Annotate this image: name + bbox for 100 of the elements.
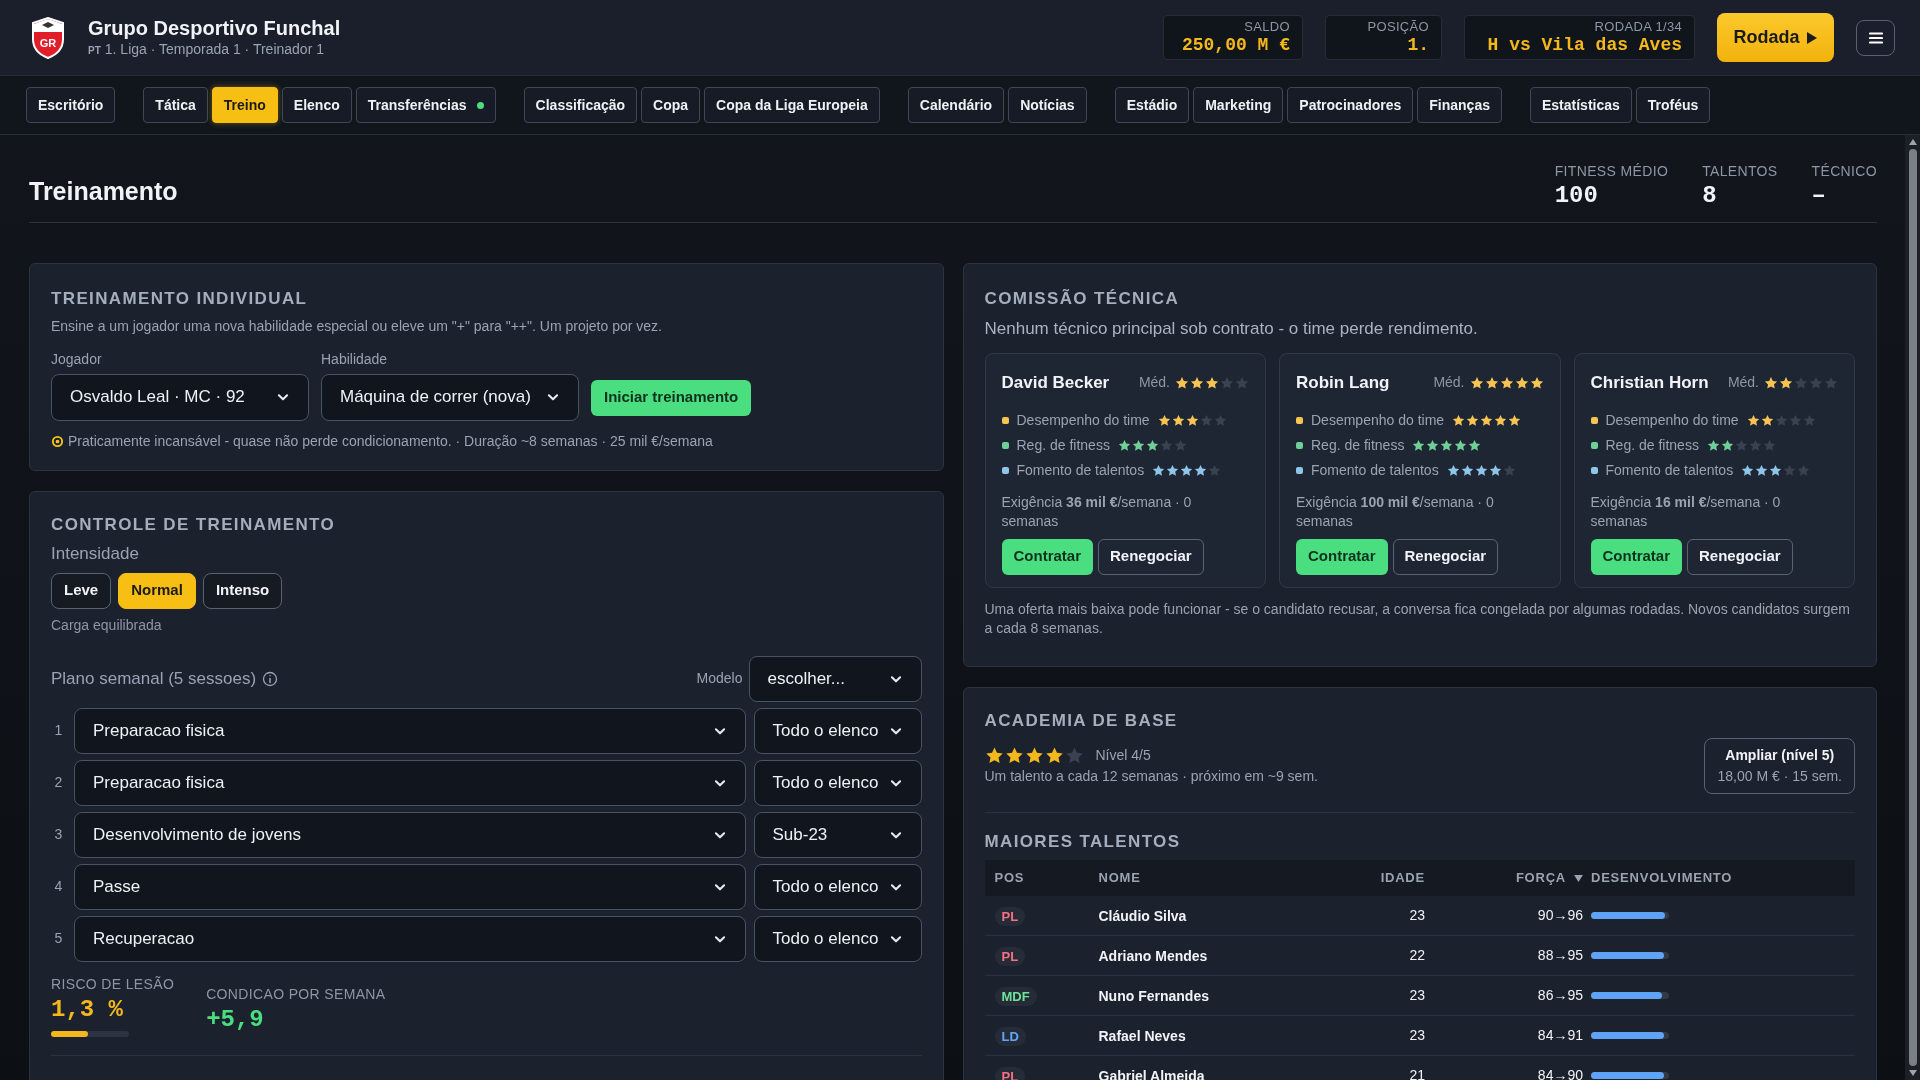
info-icon[interactable]	[262, 670, 279, 687]
intensity-option[interactable]: Normal	[118, 572, 196, 609]
nav-tab[interactable]: Copa da Liga Europeia	[704, 87, 880, 123]
nav-tab[interactable]: Tática	[143, 87, 208, 123]
renegotiate-button[interactable]: Renegociar	[1687, 538, 1793, 575]
template-dropdown[interactable]: escolher...	[748, 655, 922, 702]
plan-label: Plano semanal (5 sessoes)	[51, 667, 257, 690]
nav-tab[interactable]: Estádio	[1114, 87, 1190, 123]
intensity-note: Carga equilibrada	[51, 615, 163, 635]
drill-dropdown[interactable]: Recuperacao	[74, 915, 746, 962]
star-icon	[1764, 375, 1778, 390]
attribute-label: Fomento de talentos	[1016, 460, 1145, 480]
start-training-button[interactable]: Iniciar treinamento	[591, 379, 752, 416]
age-cell-text: 22	[1409, 946, 1425, 965]
nav-tab[interactable]: Marketing	[1193, 87, 1284, 123]
star-icon	[1779, 375, 1793, 390]
column-header[interactable]: IDADE	[1380, 868, 1425, 888]
star-icon	[1769, 463, 1783, 477]
group-dropdown[interactable]: Todo o elenco	[753, 707, 922, 754]
metric-label: CONDICAO POR SEMANA	[206, 984, 386, 1004]
star-icon	[1794, 375, 1808, 390]
column-header[interactable]: FORÇA	[1515, 868, 1583, 888]
drill-dropdown[interactable]: Passe	[74, 863, 746, 910]
nav-tab[interactable]: Finanças	[1417, 87, 1502, 123]
group-dropdown[interactable]: Sub-23	[753, 811, 922, 858]
strength-cell-text: 88→95	[1537, 946, 1583, 965]
club-name: Grupo Desportivo Funchal	[88, 15, 341, 40]
drill-dropdown[interactable]: Preparacao fisica	[74, 707, 746, 754]
stat-value: H vs Vila das Aves	[1487, 34, 1682, 56]
strength-cell-text: 86→95	[1537, 986, 1583, 1005]
metric-value: 1,3 %	[51, 994, 124, 1025]
player-name: Gabriel Almeida	[1098, 1067, 1205, 1080]
stat-label: SALDO	[1244, 19, 1290, 34]
star-icon	[1440, 438, 1454, 452]
drill-dropdown[interactable]: Desenvolvimento de jovens	[74, 811, 746, 858]
hire-button[interactable]: Contratar	[1001, 538, 1093, 575]
group-dropdown[interactable]: Todo o elenco	[753, 759, 922, 806]
stat-value: 250,00 M €	[1181, 34, 1290, 56]
dropdown[interactable]: Osvaldo Leal · MC · 92	[51, 373, 309, 421]
rating-label: Méd.	[1138, 373, 1170, 393]
nav-tab[interactable]: Treino	[211, 87, 278, 123]
academy-info: Um talento a cada 12 semanas · próximo em ~9 sem.	[984, 767, 1318, 786]
nav-tab[interactable]: Patrocinadores	[1287, 87, 1414, 123]
coach-name: David Becker	[1001, 372, 1110, 394]
star-icon	[1755, 463, 1769, 477]
renegotiate-button[interactable]: Renegociar	[1392, 538, 1499, 575]
intensity-option[interactable]: Leve	[51, 572, 112, 609]
player-name: Cláudio Silva	[1098, 907, 1187, 924]
star-icon	[1474, 463, 1488, 477]
stat-label: TÉCNICO	[1811, 162, 1877, 181]
dropdown[interactable]: Máquina de correr (nova)	[321, 373, 579, 421]
stat-label: RODADA 1/34	[1594, 19, 1682, 34]
nav-tab[interactable]: Transferências	[355, 87, 496, 123]
star-icon	[1152, 463, 1166, 477]
nav-tab[interactable]: Estatísticas	[1529, 87, 1632, 123]
scrollbar-thumb[interactable]	[1908, 149, 1917, 1066]
nav-tab[interactable]: Notícias	[1008, 87, 1087, 123]
renegotiate-button[interactable]: Renegociar	[1098, 538, 1204, 575]
star-icon	[1734, 438, 1748, 452]
coach-name: Robin Lang	[1296, 372, 1390, 394]
group-dropdown[interactable]: Todo o elenco	[753, 915, 922, 962]
nav-tab[interactable]: Troféus	[1635, 87, 1711, 123]
session-number: 5	[53, 929, 64, 948]
menu-button[interactable]	[1856, 19, 1895, 56]
position-badge: LD	[994, 1026, 1026, 1046]
nav-tab[interactable]: Calendário	[907, 87, 1005, 123]
star-icon	[1508, 413, 1522, 427]
nav-tab[interactable]: Escritório	[26, 87, 116, 123]
star-icon	[1131, 438, 1145, 452]
nav-tab[interactable]: Elenco	[281, 87, 352, 123]
nav-tab[interactable]: Copa	[641, 87, 701, 123]
column-header[interactable]: NOME	[1098, 868, 1141, 888]
star-icon	[1469, 375, 1484, 390]
section-title: MAIORES TALENTOS	[984, 830, 1182, 853]
nav-tab[interactable]: Classificação	[523, 87, 638, 123]
stat-label: POSIÇÃO	[1367, 19, 1429, 34]
star-icon	[1499, 375, 1514, 390]
attribute-label: Fomento de talentos	[1605, 460, 1734, 480]
attribute-label: Desempenho do time	[1311, 410, 1445, 430]
section-title: ACADEMIA DE BASE	[984, 709, 1179, 732]
round-button[interactable]: Rodada	[1717, 13, 1834, 62]
player-name: Adriano Mendes	[1098, 947, 1208, 964]
stat-value: 100	[1554, 182, 1599, 210]
star-icon	[1004, 746, 1024, 765]
group-dropdown[interactable]: Todo o elenco	[753, 863, 922, 910]
scrollbar[interactable]	[1905, 135, 1920, 1080]
column-header[interactable]: DESENVOLVIMENTO	[1591, 868, 1733, 888]
column-header[interactable]: POS	[994, 868, 1025, 888]
star-icon	[1484, 375, 1499, 390]
scroll-up-icon[interactable]	[1908, 139, 1917, 145]
field-label: Habilidade	[321, 349, 389, 369]
scroll-down-icon[interactable]	[1908, 1070, 1917, 1076]
drill-dropdown[interactable]: Preparacao fisica	[74, 759, 746, 806]
upgrade-button[interactable]: Ampliar (nível 5) 18,00 M € · 15 sem.	[1704, 737, 1855, 794]
age-cell-text: 21	[1409, 1066, 1425, 1080]
star-icon	[1762, 438, 1776, 452]
strength-cell-text: 90→96	[1537, 906, 1583, 925]
hire-button[interactable]: Contratar	[1296, 538, 1388, 575]
hire-button[interactable]: Contratar	[1590, 538, 1682, 575]
intensity-option[interactable]: Intenso	[202, 572, 283, 609]
